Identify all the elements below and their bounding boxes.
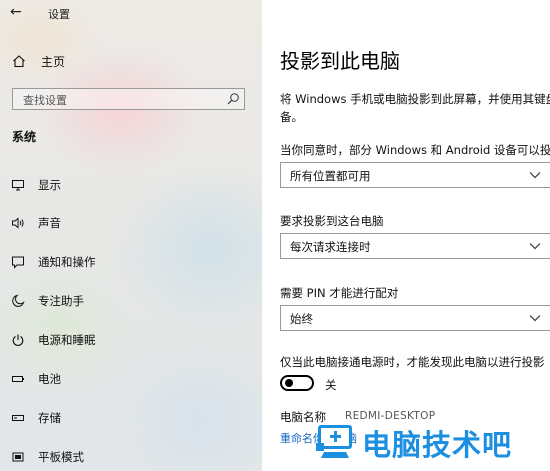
sidebar-item-label: 平板模式 [38, 450, 84, 464]
request-label: 要求投影到这台电脑 [280, 214, 384, 228]
sidebar-item-label: 电源和睡眠 [38, 333, 96, 347]
description-continued: 备。 [280, 110, 303, 124]
back-arrow-icon[interactable]: ← [10, 4, 22, 20]
availability-dropdown[interactable]: 所有位置都可用 [280, 162, 550, 188]
sidebar-item-notifications[interactable]: 通知和操作 [0, 247, 262, 277]
sidebar-item-tablet-mode[interactable]: 平板模式 [0, 442, 262, 471]
home-label: 主页 [41, 54, 66, 69]
settings-window: ← 设置 主页 系统 显示 [0, 0, 550, 471]
sidebar-item-label: 通知和操作 [38, 255, 96, 269]
storage-icon [11, 411, 25, 425]
sidebar: ← 设置 主页 系统 显示 [0, 0, 262, 471]
sidebar-item-label: 声音 [38, 216, 61, 230]
pin-value: 始终 [290, 312, 313, 326]
sidebar-item-home[interactable]: 主页 [12, 51, 65, 71]
sidebar-item-label: 存储 [38, 411, 61, 425]
watermark-text: 电脑技术吧 [362, 428, 513, 462]
sidebar-item-battery[interactable]: 电池 [0, 364, 262, 394]
availability-label: 当你同意时，部分 Windows 和 Android 设备可以投影 [280, 143, 550, 157]
chevron-down-icon [529, 315, 541, 322]
search-box[interactable] [12, 88, 245, 110]
chevron-down-icon [529, 243, 541, 250]
sidebar-item-label: 电池 [38, 372, 61, 386]
window-title: 设置 [48, 8, 70, 21]
description: 将 Windows 手机或电脑投影到此屏幕，并使用其键盘 [280, 92, 550, 106]
power-only-label: 仅当此电脑接通电源时，才能发现此电脑以进行投影 [280, 355, 545, 369]
search-icon[interactable] [226, 92, 240, 106]
sidebar-item-focus-assist[interactable]: 专注助手 [0, 286, 262, 316]
speaker-icon [11, 216, 25, 230]
content-pane: 投影到此电脑 将 Windows 手机或电脑投影到此屏幕，并使用其键盘 备。 当… [262, 0, 550, 471]
pin-dropdown[interactable]: 始终 [280, 305, 550, 331]
chevron-down-icon [529, 172, 541, 179]
pin-label: 需要 PIN 才能进行配对 [280, 286, 399, 300]
section-title: 系统 [12, 130, 37, 144]
moon-icon [11, 294, 25, 308]
battery-icon [11, 372, 25, 386]
title-bar: ← 设置 [0, 0, 262, 30]
sidebar-item-power-sleep[interactable]: 电源和睡眠 [0, 325, 262, 355]
notification-icon [11, 255, 25, 269]
home-icon [13, 55, 25, 68]
toggle-knob [285, 379, 293, 387]
sidebar-item-label: 专注助手 [38, 294, 84, 308]
watermark: 电脑技术吧 [310, 418, 550, 468]
toggle-state-label: 关 [325, 378, 337, 392]
power-only-toggle[interactable] [280, 375, 314, 391]
tablet-icon [11, 450, 25, 464]
page-title: 投影到此电脑 [280, 49, 400, 73]
power-icon [11, 333, 25, 347]
sidebar-item-storage[interactable]: 存储 [0, 403, 262, 433]
watermark-logo-icon [316, 425, 352, 458]
request-dropdown[interactable]: 每次请求连接时 [280, 233, 550, 259]
sidebar-item-display[interactable]: 显示 [0, 170, 262, 200]
monitor-icon [11, 178, 25, 192]
availability-value: 所有位置都可用 [290, 169, 371, 183]
request-value: 每次请求连接时 [290, 240, 371, 254]
search-input[interactable] [21, 91, 225, 109]
sidebar-item-label: 显示 [38, 178, 61, 192]
sidebar-item-sound[interactable]: 声音 [0, 208, 262, 238]
